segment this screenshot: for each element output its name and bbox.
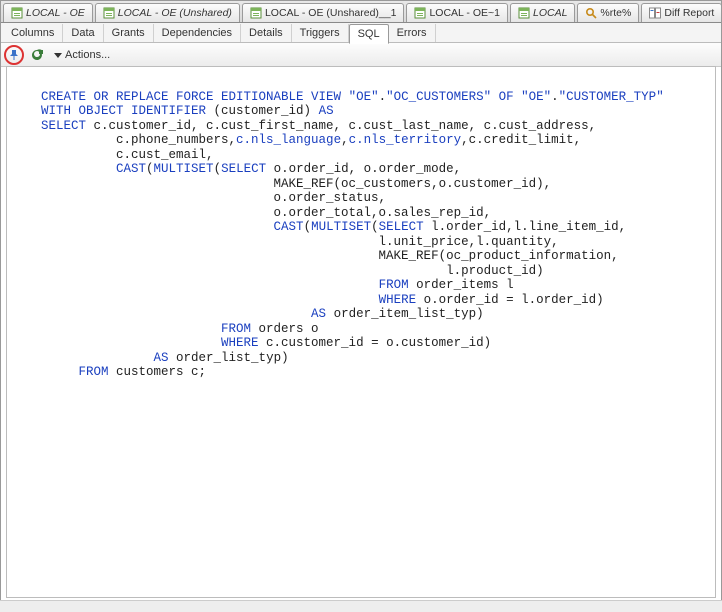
refresh-button[interactable]: [28, 46, 46, 64]
dropdown-arrow-icon: [54, 51, 62, 59]
pin-icon: [9, 50, 19, 60]
status-bar: [0, 600, 722, 612]
subtab-dependencies[interactable]: Dependencies: [154, 24, 241, 42]
doc-tab-4[interactable]: LOCAL: [510, 3, 575, 22]
subtab-details[interactable]: Details: [241, 24, 292, 42]
doc-tab-label: LOCAL - OE: [26, 7, 85, 19]
subtab-errors[interactable]: Errors: [389, 24, 436, 42]
worksheet-icon: [250, 7, 262, 19]
subtab-data[interactable]: Data: [63, 24, 103, 42]
subtab-columns[interactable]: Columns: [3, 24, 63, 42]
subtab-sql[interactable]: SQL: [349, 24, 389, 44]
doc-tab-0[interactable]: LOCAL - OE: [3, 3, 93, 22]
doc-tab-5[interactable]: %rte%: [577, 3, 639, 22]
actions-dropdown[interactable]: Actions...: [50, 48, 114, 62]
sql-editor[interactable]: CREATE OR REPLACE FORCE EDITIONABLE VIEW…: [6, 66, 716, 598]
doc-tab-label: LOCAL: [533, 7, 567, 19]
worksheet-icon: [414, 7, 426, 19]
doc-tab-label: LOCAL - OE~1: [429, 7, 500, 19]
diff-icon: [649, 7, 661, 19]
document-tabstrip: LOCAL - OE LOCAL - OE (Unshared) LOCAL - O…: [1, 1, 721, 23]
actions-label: Actions...: [65, 49, 110, 61]
subtab-grants[interactable]: Grants: [104, 24, 154, 42]
sql-toolbar: Actions...: [1, 43, 721, 67]
doc-tab-2[interactable]: LOCAL - OE (Unshared)__1: [242, 3, 405, 22]
doc-tab-label: LOCAL - OE (Unshared): [118, 7, 232, 19]
doc-tab-1[interactable]: LOCAL - OE (Unshared): [95, 3, 240, 22]
object-subtabs: ColumnsDataGrantsDependenciesDetailsTrig…: [1, 23, 721, 43]
worksheet-icon: [11, 7, 23, 19]
doc-tab-3[interactable]: LOCAL - OE~1: [406, 3, 508, 22]
doc-tab-label: LOCAL - OE (Unshared)__1: [265, 7, 397, 19]
subtab-triggers[interactable]: Triggers: [292, 24, 349, 42]
doc-tab-6[interactable]: Diff Report: [641, 3, 721, 22]
sql-text: CREATE OR REPLACE FORCE EDITIONABLE VIEW…: [7, 75, 715, 380]
doc-tab-label: Diff Report: [664, 7, 714, 19]
freeze-view-button[interactable]: [4, 45, 24, 65]
worksheet-icon: [103, 7, 115, 19]
refresh-icon: [30, 48, 44, 62]
search-icon: [585, 7, 597, 19]
doc-tab-label: %rte%: [600, 7, 631, 19]
worksheet-icon: [518, 7, 530, 19]
